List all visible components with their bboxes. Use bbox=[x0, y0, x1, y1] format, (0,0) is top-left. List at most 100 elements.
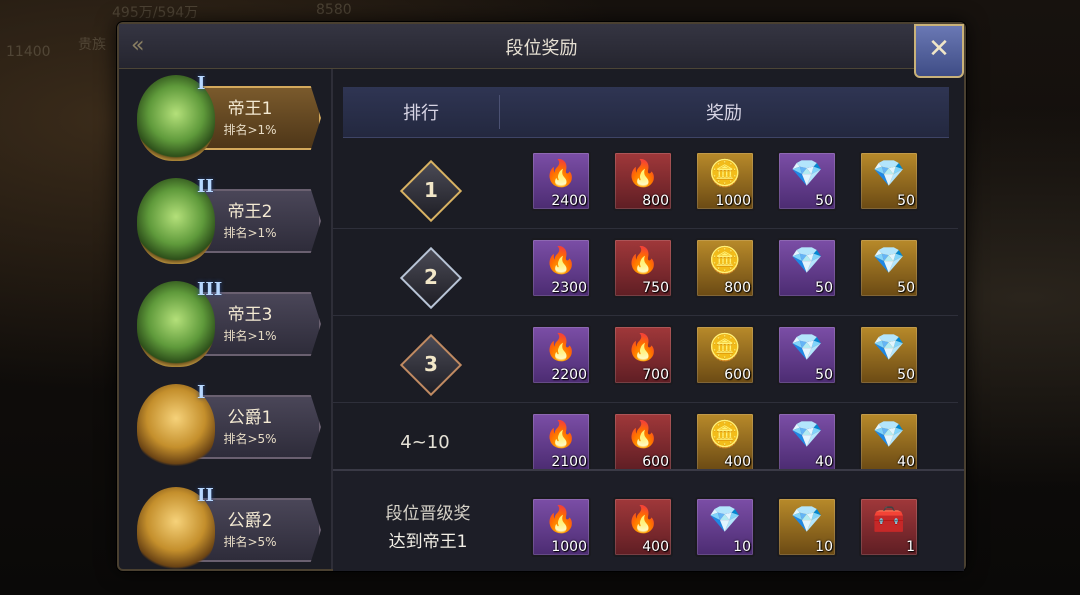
jade-dragon-emblem-icon: II bbox=[137, 176, 215, 264]
blue-potion-icon: 💎 bbox=[790, 246, 824, 276]
hud-label: 贵族 bbox=[78, 37, 106, 53]
fire-scroll-icon: 🔥 bbox=[544, 159, 578, 189]
item-quantity: 50 bbox=[815, 193, 833, 209]
reward-item[interactable]: 💎 50 bbox=[859, 325, 919, 385]
reward-item[interactable]: 🔥 800 bbox=[613, 151, 673, 211]
panel-title: 段位奖励 bbox=[505, 38, 578, 59]
tier-item[interactable]: 帝王1 排名>1% I bbox=[119, 69, 329, 169]
item-quantity: 800 bbox=[642, 193, 669, 209]
reward-item[interactable]: 💎 50 bbox=[777, 238, 837, 298]
reward-item[interactable]: 🪙 800 bbox=[695, 238, 755, 298]
item-quantity: 400 bbox=[642, 539, 669, 555]
tier-item[interactable]: 公爵1 排名>5% I bbox=[119, 378, 329, 478]
rank-number: 1 bbox=[424, 178, 438, 202]
gold-ingot-icon: 🪙 bbox=[708, 333, 742, 363]
item-quantity: 50 bbox=[897, 280, 915, 296]
item-quantity: 1000 bbox=[715, 193, 751, 209]
rank-number: 3 bbox=[424, 352, 438, 376]
reward-item[interactable]: 🪙 600 bbox=[695, 325, 755, 385]
tier-level-numeral: I bbox=[197, 73, 206, 94]
pink-potion-icon: 💎 bbox=[790, 505, 824, 535]
reward-item[interactable]: 💎 50 bbox=[859, 238, 919, 298]
item-quantity: 2400 bbox=[551, 193, 587, 209]
reward-item[interactable]: 🔥 2400 bbox=[531, 151, 591, 211]
reward-item[interactable]: 🪙 400 bbox=[695, 412, 755, 469]
rank-range: 4~10 bbox=[400, 432, 450, 453]
fire-orb-icon: 🔥 bbox=[626, 420, 660, 450]
hud-value: 11400 bbox=[6, 44, 51, 60]
item-quantity: 50 bbox=[815, 367, 833, 383]
reward-item[interactable]: 💎 40 bbox=[777, 412, 837, 469]
close-icon: ✕ bbox=[928, 34, 950, 64]
pink-potion-icon: 💎 bbox=[872, 246, 906, 276]
reward-item[interactable]: 🔥 2300 bbox=[531, 238, 591, 298]
reward-item[interactable]: 🔥 600 bbox=[613, 412, 673, 469]
jade-dragon-emblem-icon: III bbox=[137, 279, 222, 367]
reward-content: 排行 奖励 1 🔥 2400 🔥 800 🪙 1000 💎 50 💎 50 2 🔥 2300 🔥 750 🪙 80… bbox=[333, 69, 964, 571]
fire-scroll-icon: 🔥 bbox=[544, 246, 578, 276]
promotion-title: 段位晋级奖 bbox=[385, 504, 471, 524]
promotion-reward: 段位晋级奖 达到帝王1 🔥 1000 🔥 400 💎 10 💎 10 🧰 1 bbox=[333, 469, 964, 571]
gold-dragon-emblem-icon: II bbox=[137, 485, 215, 569]
blue-potion-icon: 💎 bbox=[790, 420, 824, 450]
reward-list[interactable]: 1 🔥 2400 🔥 800 🪙 1000 💎 50 💎 50 2 🔥 2300 🔥 750 🪙 800 💎 50 💎 5… bbox=[333, 141, 964, 469]
reward-item[interactable]: 💎 50 bbox=[777, 151, 837, 211]
pink-potion-icon: 💎 bbox=[872, 333, 906, 363]
item-quantity: 1 bbox=[906, 539, 915, 555]
jade-dragon-emblem-icon: I bbox=[137, 73, 215, 161]
reward-item[interactable]: 🔥 700 bbox=[613, 325, 673, 385]
blue-potion-icon: 💎 bbox=[790, 159, 824, 189]
pink-potion-icon: 💎 bbox=[872, 159, 906, 189]
blue-potion-icon: 💎 bbox=[790, 333, 824, 363]
item-quantity: 750 bbox=[642, 280, 669, 296]
reward-item[interactable]: 🧰 1 bbox=[859, 497, 919, 557]
reward-item[interactable]: 🔥 750 bbox=[613, 238, 673, 298]
rank-reward-panel: « 段位奖励 ✕ 帝王1 排名>1% I 帝王2 排名>1% II 帝王3 排名>1% III 公… bbox=[117, 22, 966, 571]
gold-ingot-icon: 🪙 bbox=[708, 420, 742, 450]
reward-row: 4~10 🔥 2100 🔥 600 🪙 400 💎 40 💎 40 bbox=[333, 402, 958, 469]
tier-level-numeral: I bbox=[197, 382, 206, 403]
reward-row: 2 🔥 2300 🔥 750 🪙 800 💎 50 💎 50 bbox=[333, 228, 958, 316]
item-quantity: 50 bbox=[815, 280, 833, 296]
reward-item[interactable]: 🔥 2100 bbox=[531, 412, 591, 469]
reward-item[interactable]: 💎 50 bbox=[859, 151, 919, 211]
fire-orb-icon: 🔥 bbox=[626, 159, 660, 189]
blue-potion-icon: 💎 bbox=[708, 505, 742, 535]
item-quantity: 10 bbox=[733, 539, 751, 555]
item-quantity: 600 bbox=[724, 367, 751, 383]
reward-item[interactable]: 🪙 1000 bbox=[695, 151, 755, 211]
item-quantity: 2200 bbox=[551, 367, 587, 383]
reward-item[interactable]: 💎 10 bbox=[777, 497, 837, 557]
item-quantity: 400 bbox=[724, 454, 751, 469]
tier-item[interactable]: 公爵2 排名>5% II bbox=[119, 481, 329, 569]
reward-item[interactable]: 💎 10 bbox=[695, 497, 755, 557]
item-quantity: 10 bbox=[815, 539, 833, 555]
hud-score: 8580 bbox=[316, 2, 352, 18]
header-reward: 奖励 bbox=[706, 103, 742, 124]
pink-potion-icon: 💎 bbox=[872, 420, 906, 450]
fire-orb-icon: 🔥 bbox=[626, 505, 660, 535]
table-header: 排行 奖励 bbox=[343, 87, 949, 138]
gold-ingot-icon: 🪙 bbox=[708, 159, 742, 189]
treasure-chest-icon: 🧰 bbox=[872, 505, 906, 535]
tier-level-numeral: II bbox=[197, 176, 214, 197]
item-quantity: 50 bbox=[897, 193, 915, 209]
promotion-condition: 达到帝王1 bbox=[388, 532, 468, 552]
reward-row: 3 🔥 2200 🔥 700 🪙 600 💎 50 💎 50 bbox=[333, 315, 958, 403]
title-bar: « 段位奖励 ✕ bbox=[119, 24, 964, 78]
fire-scroll-icon: 🔥 bbox=[544, 333, 578, 363]
reward-item[interactable]: 🔥 2200 bbox=[531, 325, 591, 385]
tier-sidebar[interactable]: 帝王1 排名>1% I 帝王2 排名>1% II 帝王3 排名>1% III 公爵1 排名>5% I 公… bbox=[119, 69, 333, 569]
hud-resource: 495万/594万 bbox=[112, 5, 199, 21]
tier-item[interactable]: 帝王2 排名>1% II bbox=[119, 172, 329, 272]
reward-item[interactable]: 💎 40 bbox=[859, 412, 919, 469]
reward-item[interactable]: 🔥 400 bbox=[613, 497, 673, 557]
fire-orb-icon: 🔥 bbox=[626, 246, 660, 276]
tier-level-numeral: II bbox=[197, 485, 214, 506]
item-quantity: 40 bbox=[815, 454, 833, 469]
reward-item[interactable]: 🔥 1000 bbox=[531, 497, 591, 557]
gold-dragon-emblem-icon: I bbox=[137, 382, 215, 470]
gold-ingot-icon: 🪙 bbox=[708, 246, 742, 276]
tier-item[interactable]: 帝王3 排名>1% III bbox=[119, 275, 329, 375]
reward-item[interactable]: 💎 50 bbox=[777, 325, 837, 385]
